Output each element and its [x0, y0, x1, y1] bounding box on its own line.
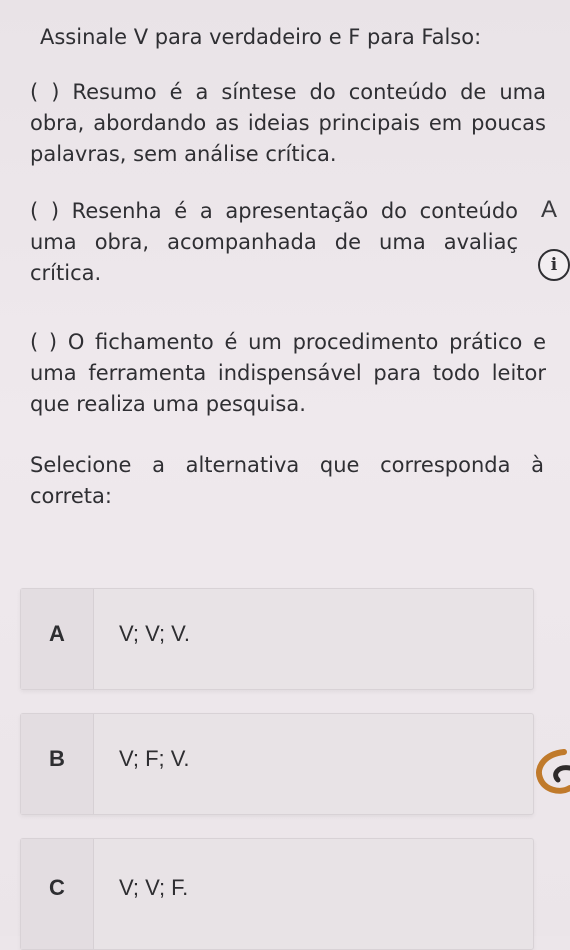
option-c[interactable]: C V; V; F. — [20, 838, 534, 950]
statement-resenha: ( ) Resenha é a apresentação do conteúdo… — [30, 199, 518, 285]
screen: Assinale V para verdadeiro e F para Fals… — [0, 0, 570, 950]
question-prompt: Selecione a alternativa que corresponda … — [30, 453, 544, 508]
option-a[interactable]: A V; V; V. — [20, 588, 534, 690]
option-text: V; V; V. — [119, 621, 190, 646]
info-icon[interactable]: i — [538, 249, 570, 281]
option-b[interactable]: B V; F; V. — [20, 713, 534, 815]
statement-resumo: ( ) Resumo é a síntese do conteúdo de um… — [30, 80, 546, 166]
option-text: V; V; F. — [119, 875, 189, 900]
option-letter-box: C — [21, 839, 94, 949]
option-text: V; F; V. — [119, 746, 190, 771]
option-letter: C — [49, 875, 65, 900]
side-tab-letter[interactable]: A — [528, 184, 570, 236]
option-letter: B — [49, 746, 65, 771]
option-letter: A — [49, 621, 65, 646]
option-letter-box: B — [21, 714, 94, 814]
option-letter-box: A — [21, 589, 94, 689]
spinner-svg — [536, 749, 570, 794]
statement-fichamento: ( ) O fichamento é um procedimento práti… — [30, 330, 546, 416]
loading-spinner-icon — [530, 744, 570, 802]
question-instruction: Assinale V para verdadeiro e F para Fals… — [40, 25, 482, 49]
